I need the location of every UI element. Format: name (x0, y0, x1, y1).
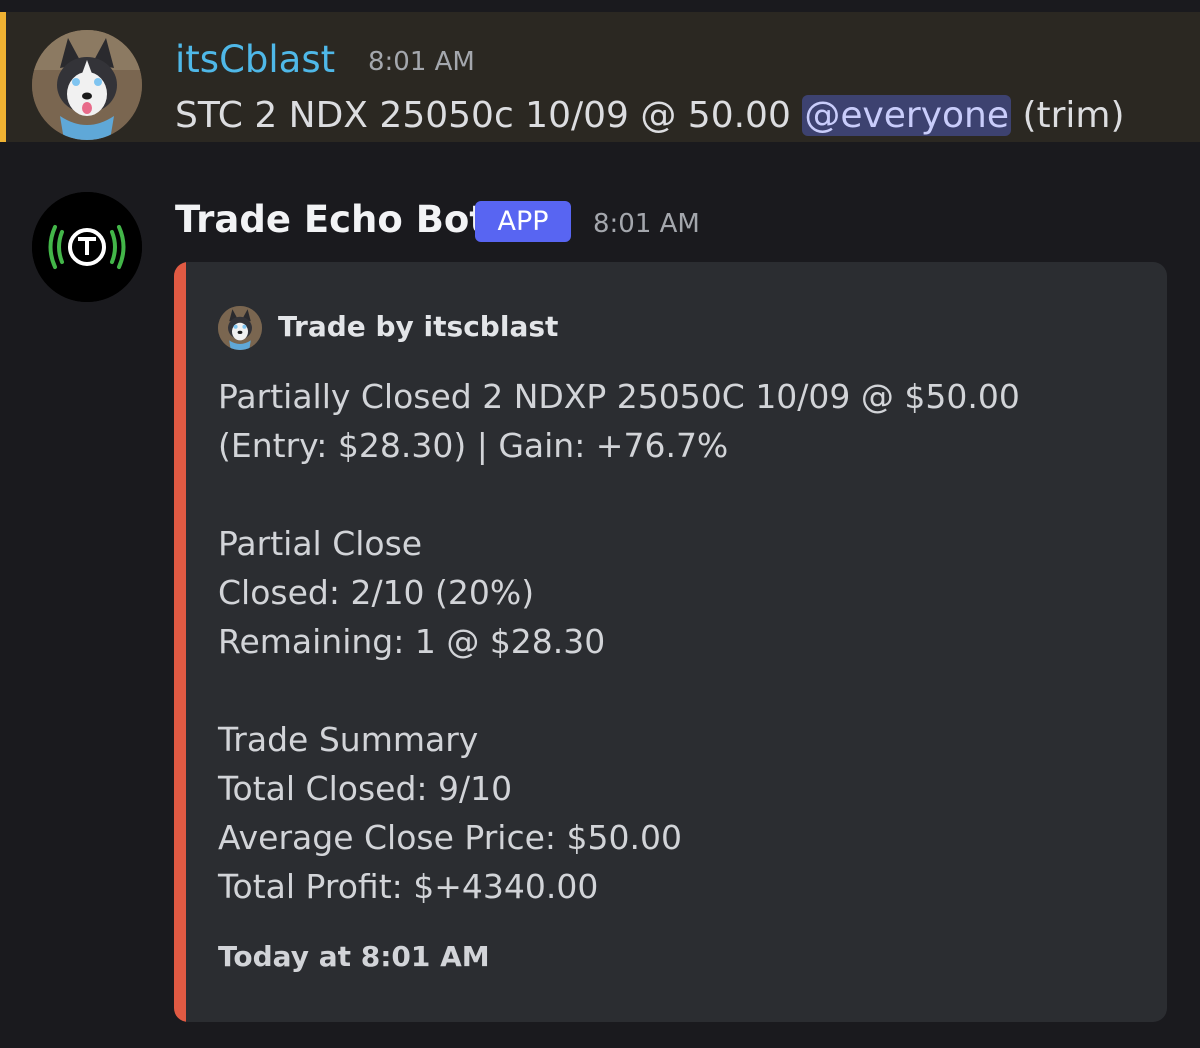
message-content: STC 2 NDX 25050c 10/09 @ 50.00 @everyone… (175, 92, 1125, 140)
mention-highlight-bar (0, 12, 6, 142)
embed-line: Trade Summary (218, 720, 479, 759)
embed-line: Total Closed: 9/10 (218, 769, 513, 808)
embed-blank-line (218, 470, 1138, 519)
trade-embed: Trade by itscblast Partially Closed 2 ND… (174, 262, 1167, 1022)
embed-accent-stripe (174, 262, 186, 1022)
message-timestamp: 8:01 AM (368, 47, 475, 77)
message-text-suffix: (trim) (1011, 95, 1125, 136)
embed-description: Partially Closed 2 NDXP 25050C 10/09 @ $… (218, 372, 1138, 911)
embed-blank-line (218, 666, 1138, 715)
husky-avatar-icon[interactable] (32, 30, 142, 140)
husky-avatar-icon (218, 306, 262, 350)
embed-line: Remaining: 1 @ $28.30 (218, 622, 606, 661)
chat-view: itsCblast 8:01 AM STC 2 NDX 25050c 10/09… (0, 0, 1200, 1048)
embed-author-name[interactable]: Trade by itscblast (278, 308, 558, 346)
embed-line: Partially Closed 2 NDXP 25050C 10/09 @ $… (218, 377, 1020, 416)
bot-message-timestamp: 8:01 AM (593, 209, 700, 239)
embed-line: Average Close Price: $50.00 (218, 818, 682, 857)
embed-line: (Entry: $28.30) | Gain: +76.7% (218, 426, 729, 465)
message-mention-highlight[interactable]: itsCblast 8:01 AM STC 2 NDX 25050c 10/09… (0, 12, 1200, 142)
previous-message-edge (0, 0, 1200, 12)
embed-line: Partial Close (218, 524, 423, 563)
app-badge: APP (475, 201, 571, 242)
embed-line: Total Profit: $+4340.00 (218, 867, 599, 906)
trade-echo-logo-icon[interactable] (32, 192, 142, 302)
embed-line: Closed: 2/10 (20%) (218, 573, 535, 612)
message-text-prefix: STC 2 NDX 25050c 10/09 @ 50.00 (175, 95, 803, 136)
message-author-name[interactable]: itsCblast (175, 38, 335, 82)
everyone-mention[interactable]: @everyone (802, 95, 1012, 136)
embed-footer-timestamp: Today at 8:01 AM (218, 940, 490, 973)
bot-author-name[interactable]: Trade Echo Bot (175, 196, 487, 244)
